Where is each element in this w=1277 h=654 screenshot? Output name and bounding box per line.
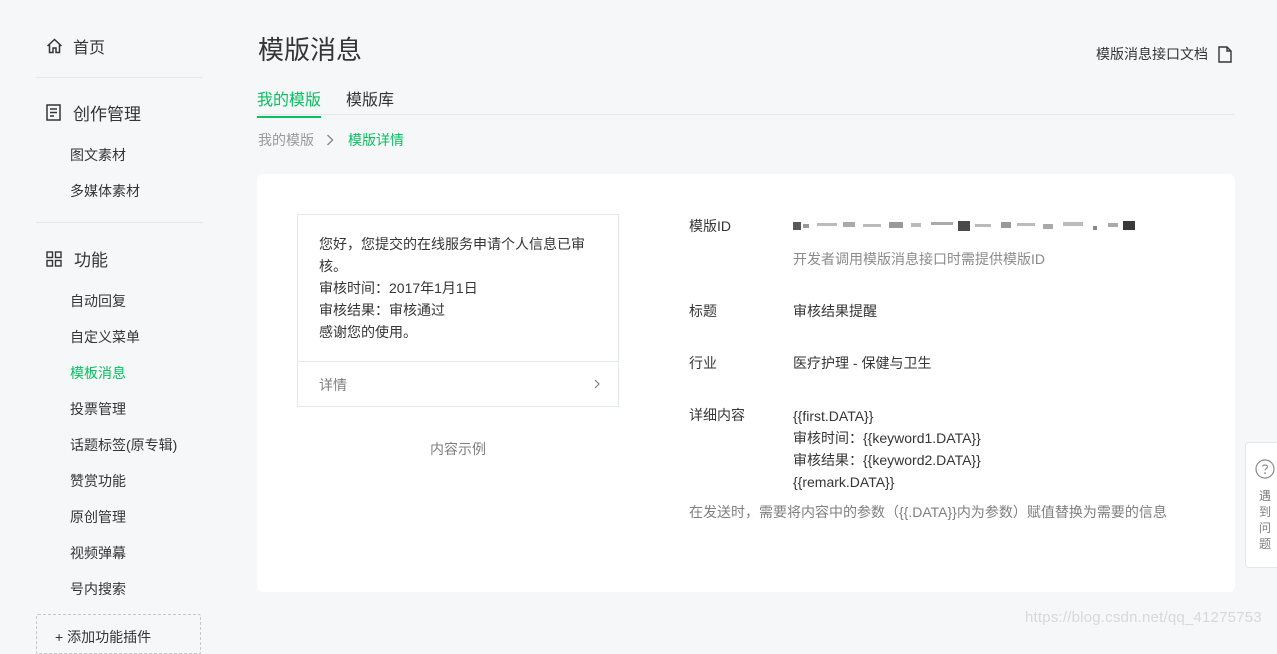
title-label: 标题 (689, 303, 717, 319)
tab-bar: 我的模版 模版库 (257, 86, 1235, 118)
sidebar-item-video-danmaku[interactable]: 视频弹幕 (70, 543, 126, 563)
param-note: 在发送时，需要将内容中的参数（{{.DATA}}内为参数）赋值替换为需要的信息 (689, 504, 1167, 520)
chevron-right-icon (327, 134, 334, 146)
template-id-hint: 开发者调用模版消息接口时需提供模版ID (793, 251, 1045, 267)
help-widget-label: 遇到问题 (1258, 489, 1271, 551)
preview-detail-link[interactable]: 详情 (298, 361, 618, 406)
industry-value: 医疗护理 - 保健与卫生 (793, 355, 932, 371)
grid-icon (46, 250, 62, 267)
title-value: 审核结果提醒 (793, 303, 877, 319)
content-value: {{first.DATA}} 审核时间：{{keyword1.DATA}} 审核… (793, 405, 981, 493)
api-doc-link-label: 模版消息接口文档 (1096, 46, 1208, 62)
add-plugin-button[interactable]: + 添加功能插件 (36, 614, 201, 654)
template-id-label: 模版ID (689, 218, 731, 234)
tab-template-library[interactable]: 模版库 (346, 86, 394, 116)
sidebar-item-original[interactable]: 原创管理 (70, 507, 126, 527)
divider (36, 77, 203, 78)
home-icon (46, 38, 63, 54)
document-icon (46, 104, 61, 121)
sidebar-item-custom-menu[interactable]: 自定义菜单 (70, 327, 140, 347)
content-line: {{first.DATA}} (793, 408, 874, 424)
content-label: 详细内容 (689, 407, 745, 423)
preview-line: 您好，您提交的在线服务申请个人信息已审核。 (319, 236, 585, 274)
tab-my-templates[interactable]: 我的模版 (257, 86, 322, 118)
sidebar-item-news-material[interactable]: 图文素材 (70, 145, 126, 165)
preview-detail-label: 详情 (319, 377, 347, 393)
content-line: 审核结果：{{keyword2.DATA}} (793, 452, 981, 468)
help-widget[interactable]: 遇到问题 (1245, 442, 1277, 568)
preview-line: 审核结果：审核通过 (319, 302, 445, 318)
content-line: 审核时间：{{keyword1.DATA}} (793, 430, 981, 446)
preview-caption: 内容示例 (430, 441, 486, 457)
sidebar-item-vote[interactable]: 投票管理 (70, 399, 126, 419)
sidebar-section-label: 功能 (74, 251, 108, 270)
message-preview: 您好，您提交的在线服务申请个人信息已审核。 审核时间：2017年1月1日 审核结… (297, 214, 619, 407)
sidebar-section-features[interactable]: 功能 (46, 246, 108, 271)
preview-line: 审核时间：2017年1月1日 (319, 280, 478, 296)
page-title: 模版消息 (258, 35, 363, 65)
industry-label: 行业 (689, 355, 717, 371)
watermark: https://blog.csdn.net/qq_41275753 (1025, 609, 1262, 626)
api-doc-link[interactable]: 模版消息接口文档 (1096, 44, 1232, 64)
sidebar-item-label: 首页 (73, 40, 106, 57)
breadcrumb: 我的模版 模版详情 (258, 130, 404, 150)
content-line: {{remark.DATA}} (793, 474, 895, 490)
sidebar-item-reward[interactable]: 赞赏功能 (70, 471, 126, 491)
divider (36, 222, 203, 223)
preview-line: 感谢您的使用。 (319, 324, 417, 340)
sidebar-item-search[interactable]: 号内搜索 (70, 579, 126, 599)
breadcrumb-parent[interactable]: 我的模版 (258, 130, 314, 150)
sidebar-item-topic-tag[interactable]: 话题标签(原专辑) (70, 435, 177, 455)
sidebar-section-content[interactable]: 创作管理 (46, 100, 141, 125)
sidebar-item-home[interactable]: 首页 (46, 34, 105, 58)
redacted-template-id (793, 221, 1135, 231)
sidebar-section-label: 创作管理 (73, 105, 141, 124)
sidebar: 首页 创作管理 图文素材 多媒体素材 功能 自动回复 自定义菜单 模板消息 投票… (0, 0, 240, 654)
sidebar-item-media-material[interactable]: 多媒体素材 (70, 181, 140, 201)
preview-body: 您好，您提交的在线服务申请个人信息已审核。 审核时间：2017年1月1日 审核结… (298, 215, 618, 361)
sidebar-item-auto-reply[interactable]: 自动回复 (70, 291, 126, 311)
template-detail-card: 您好，您提交的在线服务申请个人信息已审核。 审核时间：2017年1月1日 审核结… (257, 174, 1235, 592)
question-icon (1255, 459, 1275, 479)
breadcrumb-current: 模版详情 (348, 132, 404, 148)
file-icon (1218, 45, 1232, 63)
sidebar-item-template-message[interactable]: 模板消息 (70, 363, 126, 383)
chevron-right-icon (594, 379, 600, 389)
